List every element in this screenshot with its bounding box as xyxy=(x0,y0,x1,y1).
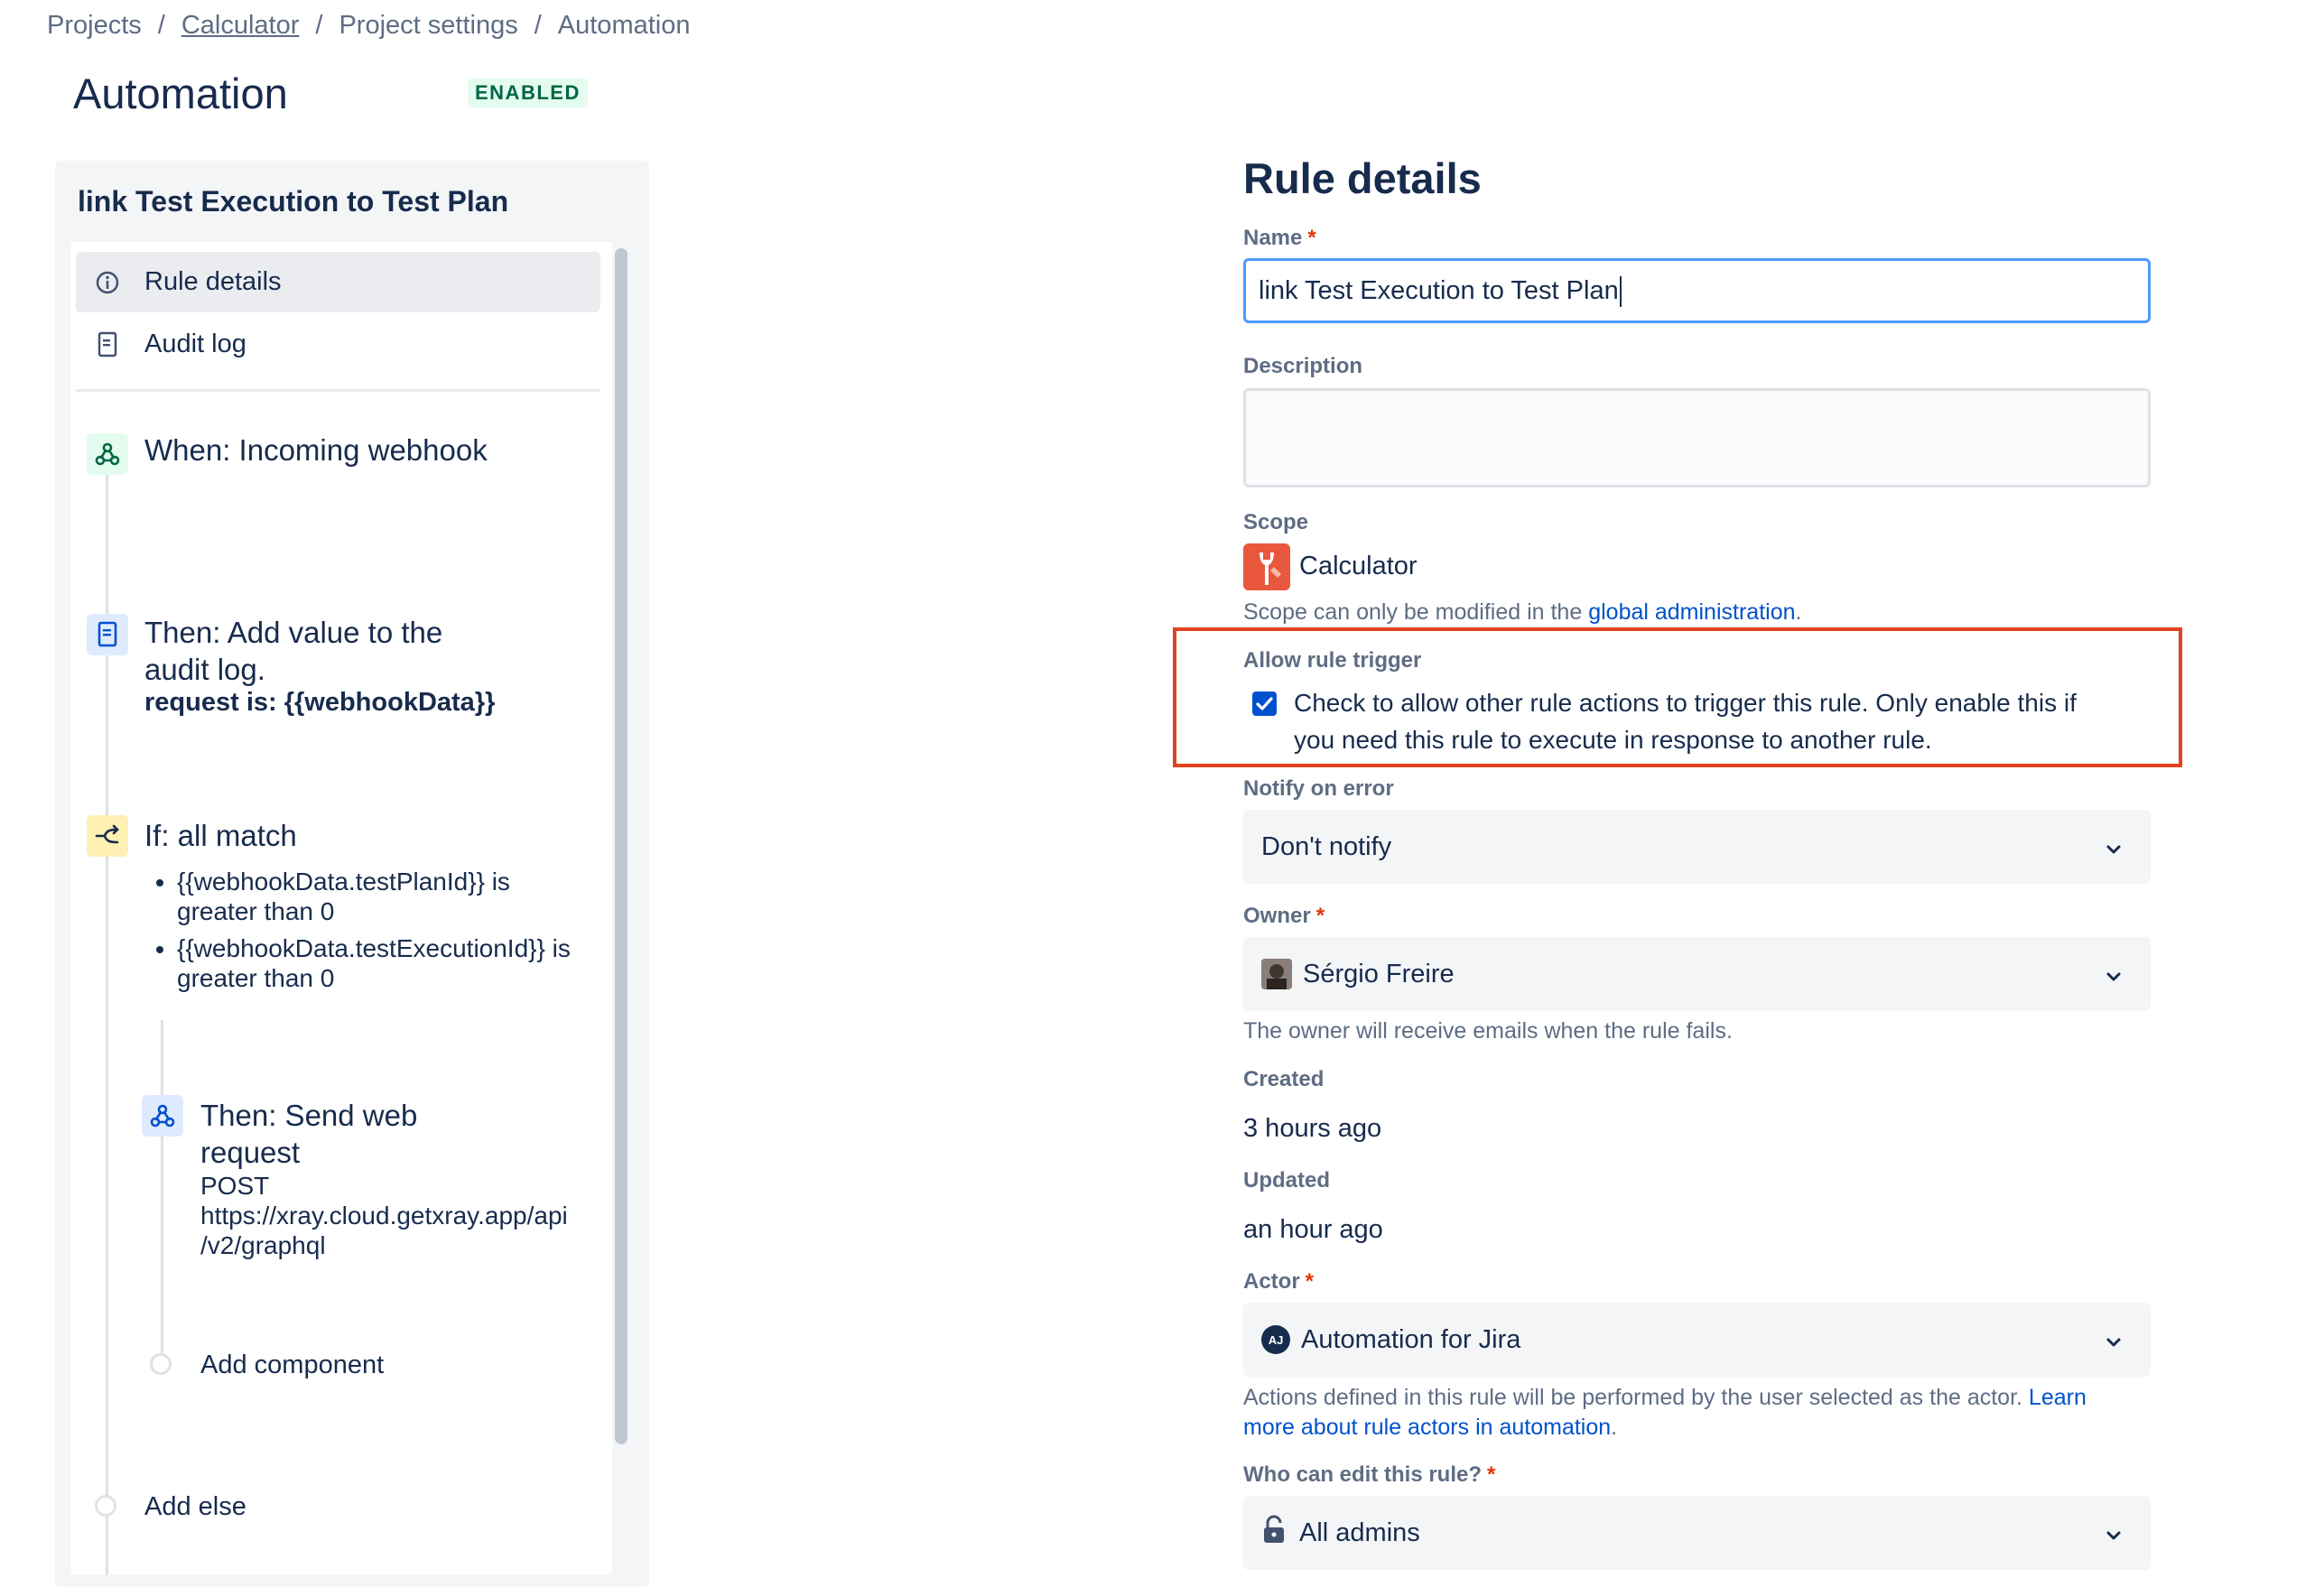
avatar xyxy=(1261,959,1292,989)
avatar: AJ xyxy=(1261,1325,1290,1354)
condition-list: {{webhookData.testPlanId}} isgreater tha… xyxy=(144,867,571,1000)
allow-rule-trigger-label: Allow rule trigger xyxy=(1243,648,1422,673)
audit-log-step-title-1: Then: Add value to the xyxy=(144,616,443,649)
webhook-icon xyxy=(87,433,128,475)
rule-name-heading: link Test Execution to Test Plan xyxy=(78,185,509,218)
rule-name-input[interactable]: link Test Execution to Test Plan xyxy=(1243,258,2151,323)
condition-item: {{webhookData.testPlanId}} isgreater tha… xyxy=(177,867,571,926)
who-can-edit-label: Who can edit this rule? * xyxy=(1243,1462,1496,1487)
add-component-node-icon xyxy=(150,1353,172,1375)
scope-label: Scope xyxy=(1243,510,1309,534)
webhook-icon xyxy=(142,1095,183,1137)
rule-details-heading: Rule details xyxy=(1243,154,1482,202)
condition-step[interactable]: If: all match xyxy=(144,817,297,854)
name-label: Name * xyxy=(1243,226,1316,250)
calculator-project-icon xyxy=(1243,543,1290,590)
info-icon xyxy=(94,269,121,296)
nav-item-audit-log[interactable]: Audit log xyxy=(144,329,246,359)
panel-scrollbar[interactable] xyxy=(615,248,627,1444)
created-label: Created xyxy=(1243,1067,1325,1091)
actor-label: Actor * xyxy=(1243,1269,1315,1294)
add-component-button[interactable]: Add component xyxy=(200,1350,384,1380)
notify-on-error-select[interactable]: Don't notify xyxy=(1243,810,2151,884)
status-badge: ENABLED xyxy=(468,79,588,107)
web-request-url-2: /v2/graphql xyxy=(200,1231,326,1259)
actor-help: Actions defined in this rule will be per… xyxy=(1243,1385,2087,1440)
updated-label: Updated xyxy=(1243,1168,1330,1193)
breadcrumb: Projects / Calculator / Project settings / Aut… xyxy=(47,11,691,41)
add-else-button[interactable]: Add else xyxy=(144,1492,246,1522)
breadcrumb-projects[interactable]: Projects xyxy=(47,11,142,41)
breadcrumb-project-settings[interactable]: Project settings xyxy=(339,11,517,41)
global-administration-link[interactable]: global administration xyxy=(1588,599,1795,625)
breadcrumb-automation: Automation xyxy=(557,11,691,40)
page-title: Automation xyxy=(73,70,288,117)
learn-more-link-2[interactable]: more about rule actors in automation xyxy=(1243,1415,1611,1440)
audit-log-step[interactable]: Then: Add value to the audit log. reques… xyxy=(144,614,495,718)
nav-label-rule-details[interactable]: Rule details xyxy=(144,267,282,297)
owner-label: Owner * xyxy=(1243,904,1325,928)
actor-select[interactable]: AJ Automation for Jira xyxy=(1243,1303,2151,1377)
lock-icon xyxy=(1261,1514,1287,1552)
audit-log-step-detail: request is: {{webhookData}} xyxy=(144,688,496,717)
document-icon xyxy=(94,331,121,358)
trigger-step[interactable]: When: Incoming webhook xyxy=(144,432,488,469)
description-textarea[interactable] xyxy=(1243,388,2151,487)
web-request-title-2: request xyxy=(200,1136,301,1169)
updated-value: an hour ago xyxy=(1243,1215,1383,1244)
notify-on-error-label: Notify on error xyxy=(1243,776,1394,801)
scope-help: Scope can only be modified in the global… xyxy=(1243,599,1802,625)
chevron-down-icon xyxy=(2104,964,2124,994)
description-label: Description xyxy=(1243,354,1363,378)
branch-icon xyxy=(87,815,128,857)
branch-timeline-line xyxy=(161,1020,163,1363)
add-else-node-icon xyxy=(95,1495,116,1517)
chevron-down-icon xyxy=(2104,837,2124,867)
learn-more-link[interactable]: Learn xyxy=(2029,1385,2087,1410)
owner-select[interactable]: Sérgio Freire xyxy=(1243,937,2151,1011)
chevron-down-icon xyxy=(2104,1330,2124,1360)
who-can-edit-select[interactable]: All admins xyxy=(1243,1496,2151,1570)
web-request-title-1: Then: Send web xyxy=(200,1099,418,1132)
audit-log-icon xyxy=(87,614,128,655)
owner-help: The owner will receive emails when the r… xyxy=(1243,1018,1733,1044)
scope-value: Calculator xyxy=(1299,552,1418,580)
web-request-method: POST xyxy=(200,1172,270,1200)
web-request-url-1: https://xray.cloud.getxray.app/api xyxy=(200,1202,568,1230)
created-value: 3 hours ago xyxy=(1243,1114,1382,1143)
nav-divider xyxy=(76,389,600,392)
allow-rule-trigger-checkbox[interactable] xyxy=(1252,691,1277,716)
chevron-down-icon xyxy=(2104,1523,2124,1553)
allow-rule-trigger-text: Check to allow other rule actions to tri… xyxy=(1294,689,2077,754)
condition-item: {{webhookData.testExecutionId}} isgreate… xyxy=(177,933,571,993)
web-request-step[interactable]: Then: Send web request POST https://xray… xyxy=(200,1097,568,1260)
breadcrumb-calculator[interactable]: Calculator xyxy=(181,11,300,41)
audit-log-step-title-2: audit log. xyxy=(144,653,265,686)
